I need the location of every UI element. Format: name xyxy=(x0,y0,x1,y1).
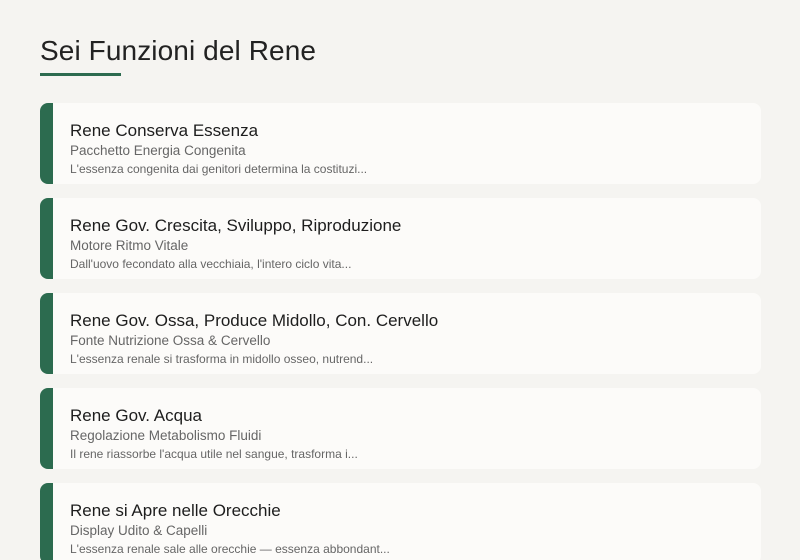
card-title: Rene Gov. Crescita, Sviluppo, Riproduzio… xyxy=(70,216,402,235)
card-accent-bar xyxy=(40,198,53,279)
card-title: Rene si Apre nelle Orecchie xyxy=(70,501,281,520)
page-title: Sei Funzioni del Rene xyxy=(40,35,317,66)
card-accent-bar xyxy=(40,388,53,469)
function-card[interactable]: Rene Conserva Essenza Pacchetto Energia … xyxy=(40,103,761,184)
title-underline xyxy=(40,73,121,76)
function-card[interactable]: Rene Gov. Crescita, Sviluppo, Riproduzio… xyxy=(40,198,761,279)
function-card[interactable]: Rene Gov. Acqua Regolazione Metabolismo … xyxy=(40,388,761,469)
card-subtitle: Motore Ritmo Vitale xyxy=(70,238,189,253)
card-title: Rene Gov. Ossa, Produce Midollo, Con. Ce… xyxy=(70,311,439,330)
function-card[interactable]: Rene Gov. Ossa, Produce Midollo, Con. Ce… xyxy=(40,293,761,374)
card-subtitle: Pacchetto Energia Congenita xyxy=(70,143,246,158)
card-title: Rene Conserva Essenza xyxy=(70,121,259,140)
card-title: Rene Gov. Acqua xyxy=(70,406,202,425)
card-accent-bar xyxy=(40,483,53,560)
card-description: L'essenza renale sale alle orecchie — es… xyxy=(70,542,390,556)
card-subtitle: Fonte Nutrizione Ossa & Cervello xyxy=(70,333,271,348)
card-description: Il rene riassorbe l'acqua utile nel sang… xyxy=(70,447,358,461)
function-card-list: Rene Conserva Essenza Pacchetto Energia … xyxy=(40,103,761,560)
card-description: L'essenza renale si trasforma in midollo… xyxy=(70,352,374,366)
function-card[interactable]: Rene si Apre nelle Orecchie Display Udit… xyxy=(40,483,761,560)
card-accent-bar xyxy=(40,293,53,374)
page: Sei Funzioni del Rene Rene Conserva Esse… xyxy=(0,0,800,560)
card-description: L'essenza congenita dai genitori determi… xyxy=(70,162,368,176)
card-subtitle: Display Udito & Capelli xyxy=(70,523,208,538)
card-subtitle: Regolazione Metabolismo Fluidi xyxy=(70,428,262,443)
card-accent-bar xyxy=(40,103,53,184)
card-description: Dall'uovo fecondato alla vecchiaia, l'in… xyxy=(70,257,352,271)
